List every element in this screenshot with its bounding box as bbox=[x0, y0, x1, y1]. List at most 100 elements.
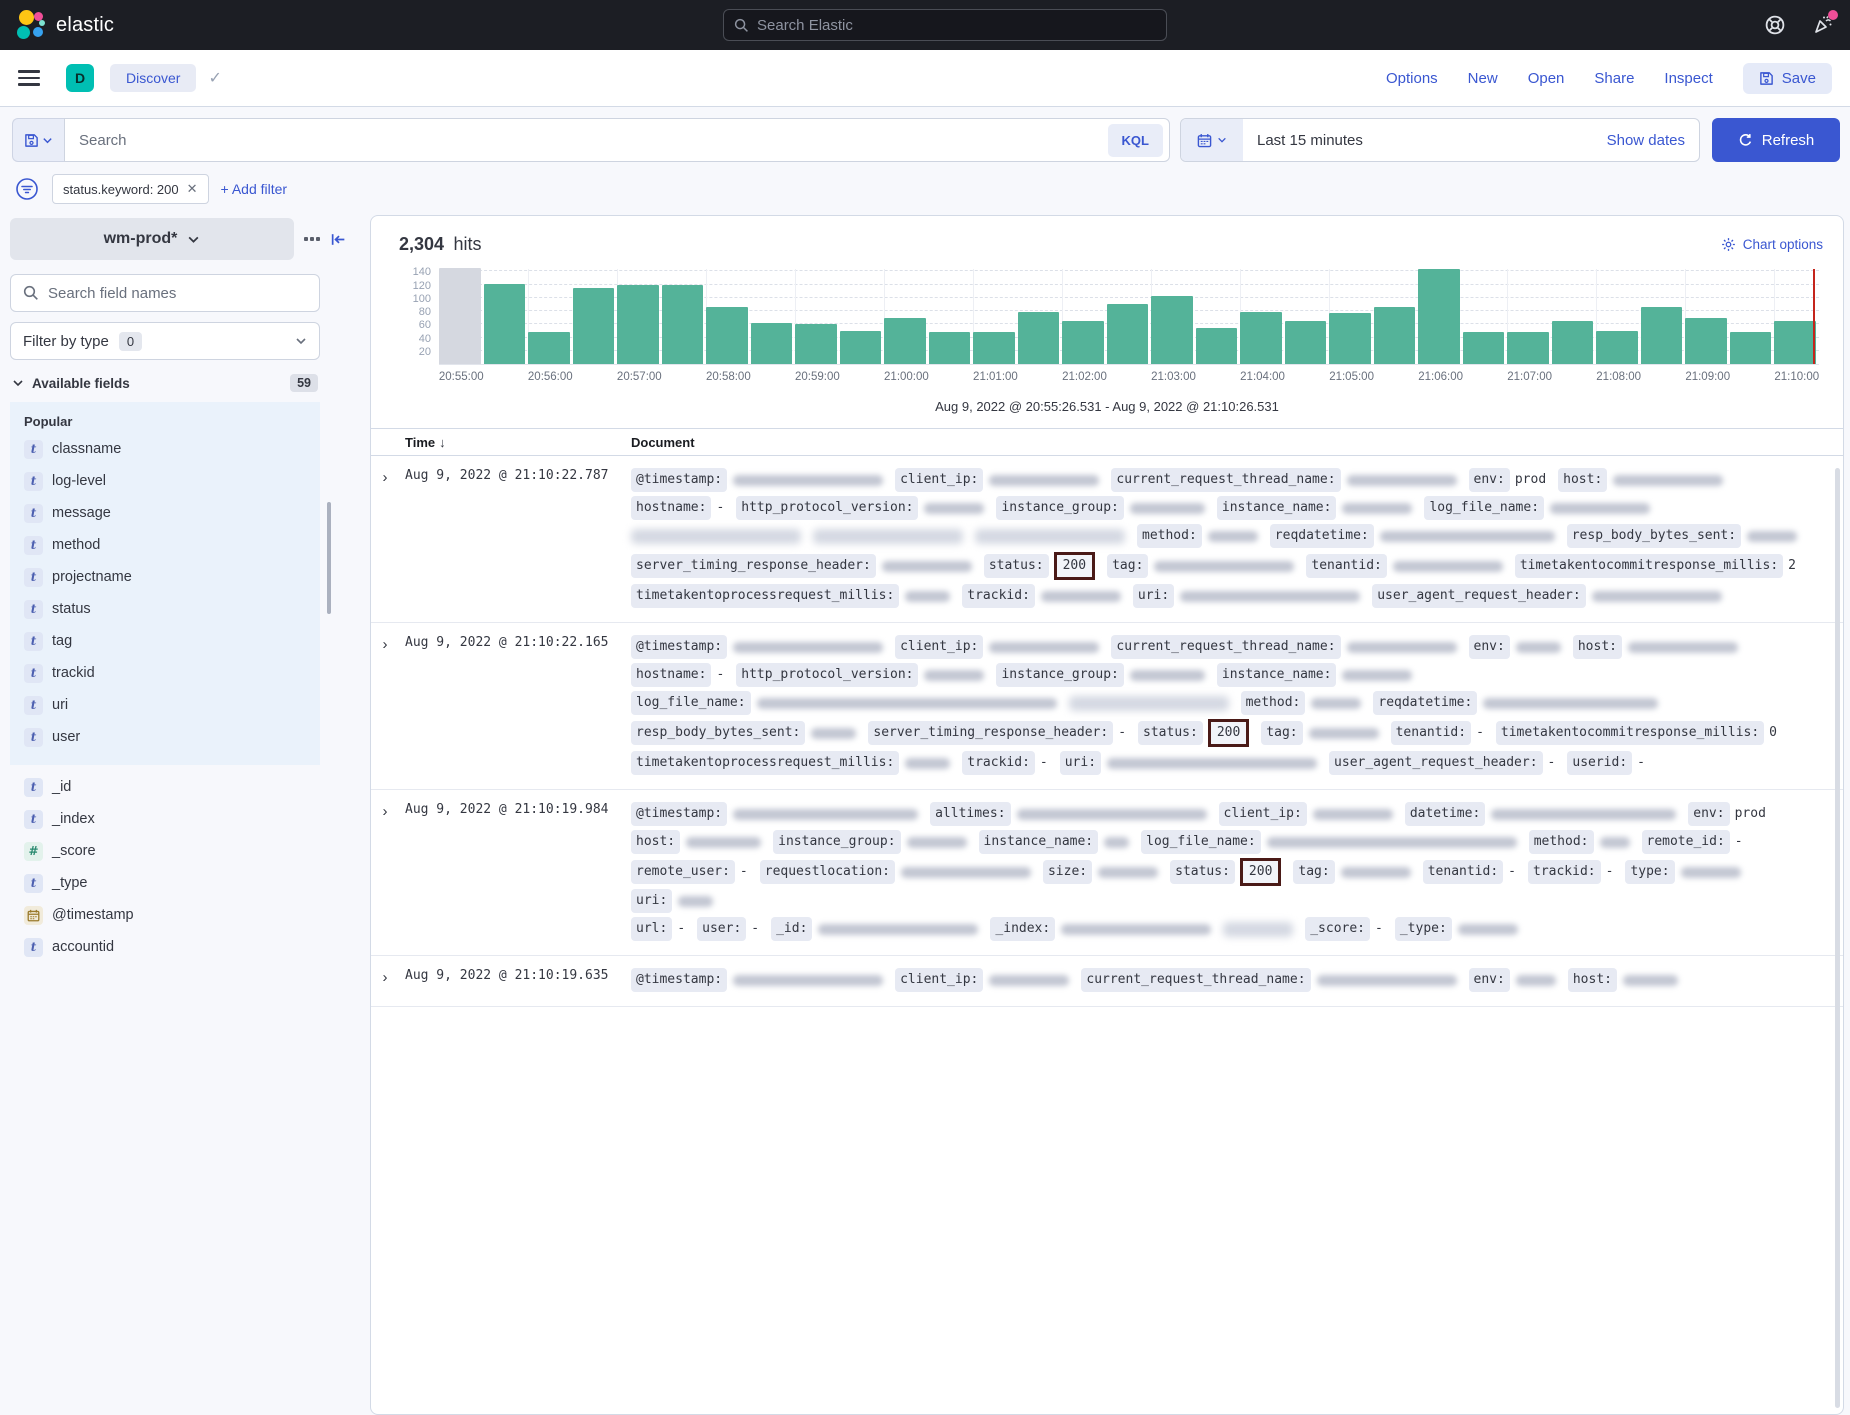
field-value-pair[interactable]: log_file_name: bbox=[631, 691, 1057, 715]
field-value-pair[interactable]: env:prod bbox=[1469, 468, 1547, 492]
field-value-pair[interactable]: url:- bbox=[631, 917, 685, 941]
filter-menu-icon[interactable] bbox=[14, 176, 40, 202]
sort-desc-icon[interactable]: ↓ bbox=[439, 435, 446, 450]
histogram-bar[interactable] bbox=[1329, 313, 1371, 364]
field-value-pair[interactable]: resp_body_bytes_sent: bbox=[1567, 524, 1797, 548]
save-button[interactable]: Save bbox=[1743, 63, 1832, 94]
field-value-pair[interactable]: hostname:- bbox=[631, 496, 724, 520]
available-fields-header[interactable]: Available fields 59 bbox=[10, 374, 320, 392]
field-value-pair[interactable]: uri: bbox=[631, 889, 713, 913]
histogram-bar[interactable] bbox=[1374, 307, 1416, 364]
plot-area[interactable] bbox=[439, 269, 1819, 365]
field-value-pair[interactable]: instance_group: bbox=[996, 663, 1204, 687]
histogram-bar[interactable] bbox=[1418, 269, 1460, 364]
field-value-pair[interactable]: server_timing_response_header:- bbox=[868, 721, 1126, 745]
field-value-pair[interactable]: host: bbox=[631, 830, 761, 854]
field-value-pair[interactable]: _type: bbox=[1395, 917, 1518, 941]
chart-options-button[interactable]: Chart options bbox=[1721, 237, 1823, 252]
histogram-bar[interactable] bbox=[929, 332, 971, 364]
field-value-pair[interactable]: type: bbox=[1625, 860, 1740, 884]
field-value-pair[interactable]: @timestamp: bbox=[631, 968, 883, 992]
field-item-log-level[interactable]: tlog-level bbox=[10, 465, 320, 497]
field-value-pair[interactable]: reqdatetime: bbox=[1373, 691, 1658, 715]
histogram-bar[interactable] bbox=[795, 324, 837, 364]
field-value-pair[interactable]: user_agent_request_header:- bbox=[1329, 751, 1555, 775]
time-range-value[interactable]: Last 15 minutes bbox=[1257, 132, 1363, 149]
field-item-projectname[interactable]: tprojectname bbox=[10, 561, 320, 593]
field-value-pair[interactable]: size: bbox=[1043, 860, 1158, 884]
field-value-pair[interactable]: @timestamp: bbox=[631, 635, 883, 659]
field-value-pair[interactable]: uri: bbox=[1060, 751, 1317, 775]
field-value-pair[interactable]: log_file_name: bbox=[1141, 830, 1517, 854]
field-item-message[interactable]: tmessage bbox=[10, 497, 320, 529]
field-value-pair[interactable]: tenantid: bbox=[1306, 554, 1502, 578]
field-value-pair[interactable]: trackid:- bbox=[1528, 860, 1613, 884]
menu-hamburger-icon[interactable] bbox=[18, 66, 40, 90]
field-value-pair[interactable]: user:- bbox=[697, 917, 759, 941]
index-pattern-switcher[interactable]: wm-prod* bbox=[10, 218, 294, 260]
time-column-header[interactable]: Time↓ bbox=[399, 435, 631, 450]
histogram-bar[interactable] bbox=[884, 318, 926, 364]
news-party-popper-icon[interactable] bbox=[1812, 14, 1834, 36]
help-icon[interactable] bbox=[1764, 14, 1786, 36]
field-value-pair[interactable]: current_request_thread_name: bbox=[1081, 968, 1456, 992]
field-value-pair[interactable]: uri: bbox=[1133, 584, 1360, 608]
field-value-pair[interactable]: remote_user:- bbox=[631, 860, 748, 884]
field-value-pair[interactable]: host: bbox=[1573, 635, 1738, 659]
field-search-input[interactable]: Search field names bbox=[10, 274, 320, 312]
histogram-bar[interactable] bbox=[751, 323, 793, 364]
histogram-bar[interactable] bbox=[439, 268, 481, 364]
refresh-button[interactable]: Refresh bbox=[1712, 118, 1840, 162]
histogram-bar[interactable] bbox=[528, 332, 570, 364]
histogram-bar[interactable] bbox=[573, 288, 615, 364]
field-item-uri[interactable]: turi bbox=[10, 689, 320, 721]
histogram-bar[interactable] bbox=[1641, 307, 1683, 364]
field-value-pair[interactable]: instance_name: bbox=[979, 830, 1130, 854]
field-value-pair[interactable]: timetakentocommitresponse_millis:0 bbox=[1496, 721, 1777, 745]
add-filter-link[interactable]: + Add filter bbox=[221, 181, 288, 197]
breadcrumb-discover[interactable]: Discover bbox=[110, 64, 196, 92]
histogram-bar[interactable] bbox=[1107, 304, 1149, 364]
field-value-pair[interactable]: userid:- bbox=[1567, 751, 1645, 775]
table-scrollbar[interactable] bbox=[1835, 468, 1840, 1408]
expand-row-icon[interactable]: › bbox=[371, 802, 399, 945]
field-value-pair[interactable]: trackid:- bbox=[962, 751, 1047, 775]
histogram-bar[interactable] bbox=[1685, 318, 1727, 364]
field-value-pair[interactable]: client_ip: bbox=[895, 468, 1099, 492]
field-value-pair[interactable]: method: bbox=[1241, 691, 1362, 715]
field-value-pair[interactable]: method: bbox=[1137, 524, 1258, 548]
field-value-pair[interactable]: host: bbox=[1558, 468, 1723, 492]
histogram-bar[interactable] bbox=[1196, 328, 1238, 364]
field-value-pair[interactable]: tag: bbox=[1261, 721, 1378, 745]
field-value-pair[interactable]: method: bbox=[1529, 830, 1630, 854]
share-link[interactable]: Share bbox=[1594, 70, 1634, 87]
field-value-pair[interactable]: user_agent_request_header: bbox=[1372, 584, 1722, 608]
field-value-pair[interactable]: _index: bbox=[990, 917, 1211, 941]
histogram-bar[interactable] bbox=[1240, 312, 1282, 364]
expand-row-icon[interactable]: › bbox=[371, 968, 399, 996]
field-item-@timestamp[interactable]: @timestamp bbox=[10, 899, 320, 931]
field-value-pair[interactable]: status:200 bbox=[984, 552, 1095, 580]
histogram-bar[interactable] bbox=[617, 285, 659, 364]
calendar-menu-button[interactable] bbox=[1181, 119, 1243, 161]
field-item-_type[interactable]: t_type bbox=[10, 867, 320, 899]
expand-row-icon[interactable]: › bbox=[371, 468, 399, 612]
field-value-pair[interactable]: client_ip: bbox=[895, 968, 1069, 992]
new-link[interactable]: New bbox=[1468, 70, 1498, 87]
field-value-pair[interactable]: current_request_thread_name: bbox=[1111, 635, 1456, 659]
inspect-link[interactable]: Inspect bbox=[1664, 70, 1712, 87]
field-item-_id[interactable]: t_id bbox=[10, 771, 320, 803]
field-value-pair[interactable]: _score:- bbox=[1305, 917, 1383, 941]
histogram-bar[interactable] bbox=[1774, 321, 1816, 364]
histogram-bar[interactable] bbox=[840, 331, 882, 364]
field-value-pair[interactable]: log_file_name: bbox=[1424, 496, 1650, 520]
histogram-bar[interactable] bbox=[1507, 332, 1549, 364]
field-value-pair[interactable]: tenantid:- bbox=[1391, 721, 1484, 745]
sidebar-scrollbar[interactable] bbox=[327, 502, 331, 614]
histogram-bar[interactable] bbox=[706, 307, 748, 364]
global-search-input[interactable]: Search Elastic bbox=[723, 9, 1167, 41]
open-link[interactable]: Open bbox=[1528, 70, 1565, 87]
field-value-pair[interactable]: timetakentoprocessrequest_millis: bbox=[631, 751, 950, 775]
field-item-method[interactable]: tmethod bbox=[10, 529, 320, 561]
field-value-pair[interactable]: hostname:- bbox=[631, 663, 724, 687]
